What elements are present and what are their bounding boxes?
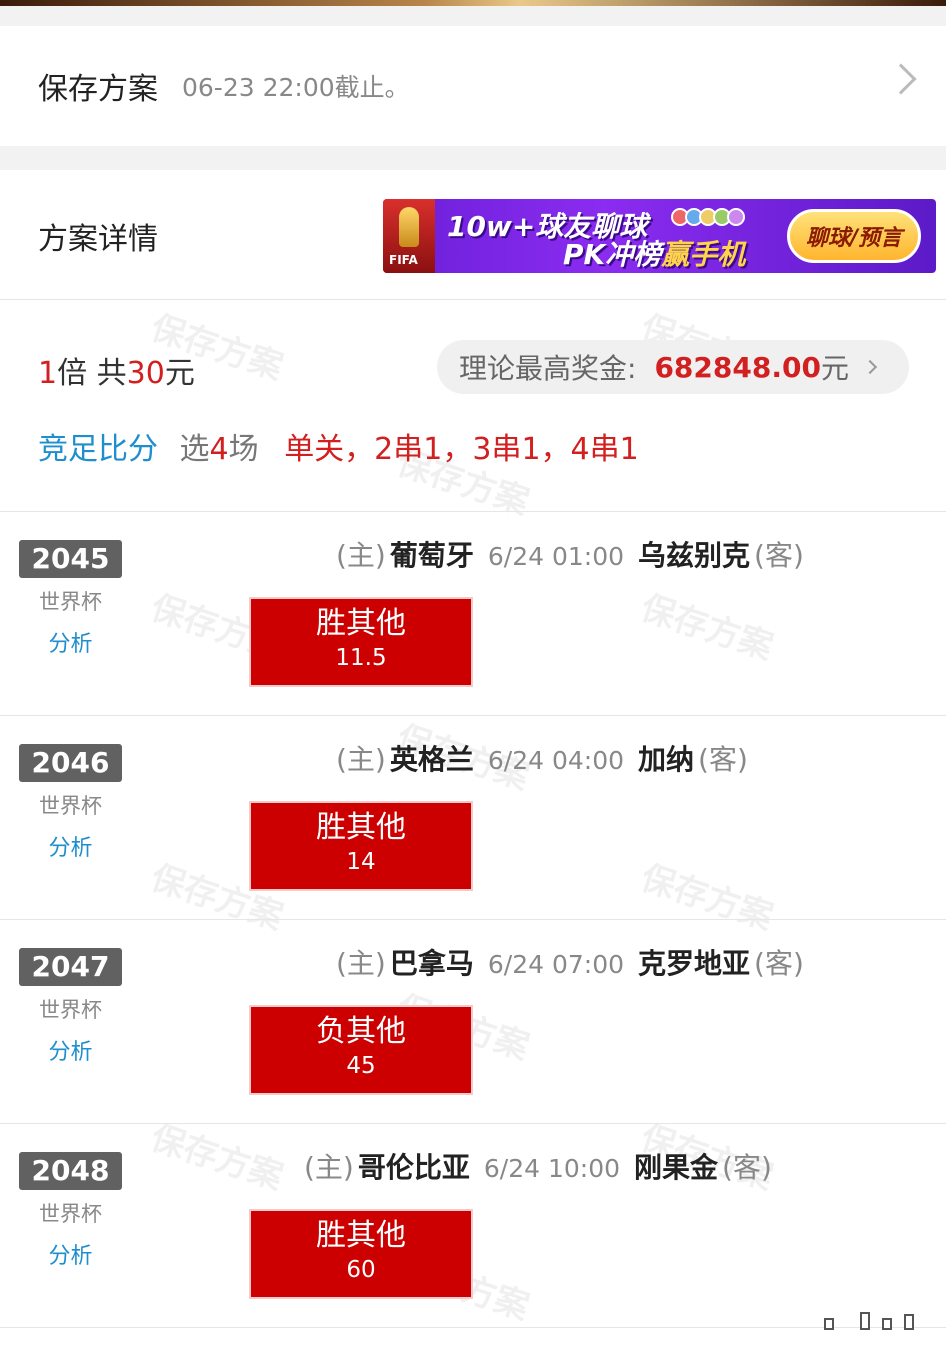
plan-summary: 1倍 共30元 理论最高奖金: 682848.00 元 竞足比分 选4场 单关，… — [0, 300, 946, 512]
pick-odds: 11.5 — [335, 645, 387, 671]
chevron-right-icon[interactable] — [885, 63, 917, 95]
top-gradient-bar — [0, 0, 946, 6]
save-plan-title: 保存方案 — [38, 72, 158, 107]
bar-icon — [904, 1314, 914, 1330]
multiple-and-total: 1倍 共30元 — [38, 348, 195, 392]
match-row: 2047 世界杯 分析 (主) 巴拿马 6/24 07:00 克罗地亚 (客) … — [0, 920, 946, 1124]
selected-pick[interactable]: 胜其他 14 — [249, 801, 473, 891]
pick-odds: 14 — [346, 849, 376, 875]
kickoff-time: 6/24 04:00 — [487, 746, 625, 775]
kickoff-time: 6/24 10:00 — [483, 1154, 621, 1183]
fixture: (主) 英格兰 6/24 04:00 加纳 (客) — [336, 738, 748, 778]
select-suffix: 场 — [228, 432, 259, 467]
away-team: 加纳 — [638, 743, 695, 776]
league-name: 世界杯 — [39, 794, 102, 818]
home-tag: (主) — [336, 539, 386, 572]
home-team: 葡萄牙 — [389, 539, 474, 572]
prize-unit: 元 — [820, 352, 849, 385]
home-tag: (主) — [304, 1151, 354, 1184]
multiple-unit: 倍 共 — [57, 356, 127, 391]
away-team: 克罗地亚 — [638, 947, 751, 980]
pass-types: 单关，2串1，3串1，4串1 — [284, 432, 639, 467]
match-number-badge: 2046 — [19, 744, 122, 782]
chat-predict-button[interactable]: 聊球/预言 — [787, 209, 921, 263]
banner-subline: PK冲榜赢手机 — [563, 233, 745, 273]
fixture: (主) 巴拿马 6/24 07:00 克罗地亚 (客) — [336, 942, 804, 982]
fifa-logo: FIFA — [383, 199, 435, 273]
avatar — [727, 208, 745, 226]
selected-pick[interactable]: 胜其他 60 — [249, 1209, 473, 1299]
select-prefix: 选 — [179, 432, 210, 467]
play-type: 竞足比分 — [38, 432, 158, 467]
home-team: 英格兰 — [389, 743, 474, 776]
selection-count: 选4场 — [180, 432, 259, 467]
pick-label: 胜其他 — [316, 1218, 406, 1253]
selected-pick[interactable]: 负其他 45 — [249, 1005, 473, 1095]
avatar-group — [671, 208, 745, 226]
league-name: 世界杯 — [39, 1202, 102, 1226]
away-tag: (客) — [754, 947, 804, 980]
prize-value: 682848.00 — [654, 350, 821, 384]
promo-banner[interactable]: FIFA 10w+球友聊球 PK冲榜赢手机 聊球/预言 — [383, 199, 936, 273]
total-unit: 元 — [164, 356, 195, 391]
pick-odds: 60 — [346, 1257, 376, 1283]
pick-label: 胜其他 — [316, 606, 406, 641]
home-team: 巴拿马 — [389, 947, 474, 980]
total-amount: 30 — [126, 356, 165, 391]
trophy-icon — [399, 207, 419, 247]
away-tag: (客) — [754, 539, 804, 572]
multiple-value: 1 — [38, 356, 58, 391]
selected-pick[interactable]: 胜其他 11.5 — [249, 597, 473, 687]
bar-icon — [824, 1318, 834, 1330]
pick-label: 胜其他 — [316, 810, 406, 845]
match-number-badge: 2045 — [19, 540, 122, 578]
home-tag: (主) — [336, 947, 386, 980]
kickoff-time: 6/24 07:00 — [487, 950, 625, 979]
analysis-link[interactable]: 分析 — [19, 626, 122, 658]
kickoff-time: 6/24 01:00 — [487, 542, 625, 571]
bar-icon — [860, 1312, 870, 1330]
match-row: 2045 世界杯 分析 (主) 葡萄牙 6/24 01:00 乌兹别克 (客) … — [0, 512, 946, 716]
analysis-link[interactable]: 分析 — [19, 1034, 122, 1066]
bar-icon — [882, 1318, 892, 1330]
league-name: 世界杯 — [39, 998, 102, 1022]
chevron-right-icon — [862, 359, 878, 375]
banner-subline-b: 赢手机 — [661, 238, 746, 271]
deadline-text: 06-23 22:00截止。 — [182, 73, 410, 102]
home-team: 哥伦比亚 — [357, 1151, 470, 1184]
away-tag: (客) — [722, 1151, 772, 1184]
banner-subline-a: PK冲榜 — [563, 238, 662, 271]
away-tag: (客) — [698, 743, 748, 776]
system-overlay-icon — [824, 1302, 934, 1330]
play-info: 竞足比分 选4场 单关，2串1，3串1，4串1 — [38, 424, 639, 468]
away-team: 刚果金 — [634, 1151, 719, 1184]
select-count: 4 — [209, 432, 229, 467]
league-name: 世界杯 — [39, 590, 102, 614]
away-team: 乌兹别克 — [638, 539, 751, 572]
prize-label: 理论最高奖金: — [459, 352, 637, 385]
save-plan-row[interactable]: 保存方案 06-23 22:00截止。 — [0, 26, 946, 146]
home-tag: (主) — [336, 743, 386, 776]
fifa-logo-text: FIFA — [389, 253, 418, 267]
match-row: 2048 世界杯 分析 (主) 哥伦比亚 6/24 10:00 刚果金 (客) … — [0, 1124, 946, 1328]
fixture: (主) 哥伦比亚 6/24 10:00 刚果金 (客) — [304, 1146, 772, 1186]
match-number-badge: 2048 — [19, 1152, 122, 1190]
plan-details-card: 方案详情 FIFA 10w+球友聊球 PK冲榜赢手机 聊球/预言 保存方案 保存… — [0, 170, 946, 1349]
pick-odds: 45 — [346, 1053, 376, 1079]
pick-label: 负其他 — [316, 1014, 406, 1049]
analysis-link[interactable]: 分析 — [19, 1238, 122, 1270]
max-prize-button[interactable]: 理论最高奖金: 682848.00 元 — [437, 340, 909, 394]
details-header: 方案详情 FIFA 10w+球友聊球 PK冲榜赢手机 聊球/预言 — [0, 170, 946, 300]
analysis-link[interactable]: 分析 — [19, 830, 122, 862]
fixture: (主) 葡萄牙 6/24 01:00 乌兹别克 (客) — [336, 534, 804, 574]
details-title: 方案详情 — [38, 222, 158, 257]
match-row: 2046 世界杯 分析 (主) 英格兰 6/24 04:00 加纳 (客) 胜其… — [0, 716, 946, 920]
match-number-badge: 2047 — [19, 948, 122, 986]
